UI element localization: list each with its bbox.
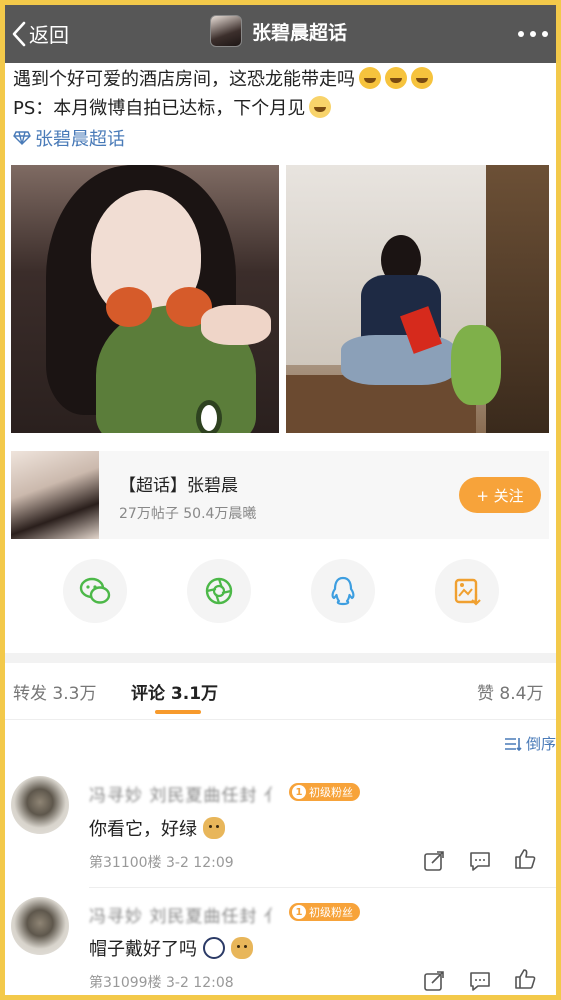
more-dot-icon (542, 31, 548, 37)
back-label: 返回 (29, 23, 69, 47)
active-tab-indicator (155, 710, 201, 714)
qq-icon (331, 576, 355, 606)
grin-emoji-icon (411, 67, 433, 89)
photo-girl (341, 235, 456, 415)
fan-badge-label: 初级粉丝 (309, 906, 353, 919)
share-comment-button[interactable] (423, 970, 445, 992)
doge-emoji-icon (203, 817, 225, 839)
save-image-icon (454, 578, 481, 606)
tab-comments[interactable]: 评论 3.1万 (131, 679, 218, 704)
more-dot-icon (530, 31, 536, 37)
section-separator (5, 653, 556, 663)
wechat-icon (79, 577, 111, 604)
comment-meta: 第31100楼 3-2 12:09 (89, 855, 234, 871)
diamond-icon (13, 131, 31, 145)
grin-emoji-icon (359, 67, 381, 89)
nav-title[interactable]: 张碧晨超话 (210, 15, 347, 47)
thumbs-up-icon (515, 969, 536, 989)
tab-repost[interactable]: 转发 3.3万 (13, 679, 96, 704)
screen: 返回 张碧晨超话 遇到个好可爱的酒店房间，这恐龙能带走吗 PS：本月微博自拍已达… (5, 5, 556, 995)
comment-meta: 第31099楼 3-2 12:08 (89, 975, 234, 991)
comment-username[interactable]: 冯寻妙 刘民夏曲任封 亻 (89, 902, 282, 927)
post-line-2: PS：本月微博自拍已达标，下个月见 (13, 98, 306, 119)
like-comment-button[interactable] (514, 968, 536, 990)
reply-comment-button[interactable] (469, 970, 491, 992)
moments-icon (205, 577, 233, 605)
comment-icon (470, 852, 490, 871)
sort-icon (504, 737, 522, 751)
supertopic-card-image (11, 451, 99, 539)
nav-title-text: 张碧晨超话 (252, 21, 348, 44)
panda-emoji-icon (203, 937, 225, 959)
photo-small-dinosaur (451, 325, 501, 405)
thumbs-up-icon (515, 849, 536, 869)
chevron-left-icon (12, 21, 26, 46)
comment-text-content: 帽子戴好了吗 (89, 939, 197, 960)
tab-likes[interactable]: 赞 8.4万 (477, 679, 543, 704)
supertopic-card-title: 【超话】张碧晨 (119, 476, 238, 496)
comment-icon (470, 972, 490, 991)
fan-badge: 1 初级粉丝 (289, 783, 360, 801)
share-qq-button[interactable] (311, 559, 375, 623)
comment-text-content: 你看它，好绿 (89, 819, 197, 840)
post-line-1: 遇到个好可爱的酒店房间，这恐龙能带走吗 (13, 69, 355, 90)
fan-badge: 1 初级粉丝 (289, 903, 360, 921)
post-text: 遇到个好可爱的酒店房间，这恐龙能带走吗 PS：本月微博自拍已达标，下个月见 (13, 65, 433, 123)
photo-hand (201, 305, 271, 345)
share-wechat-button[interactable] (63, 559, 127, 623)
topic-link[interactable]: 张碧晨超话 (13, 125, 125, 151)
grin-emoji-icon (385, 67, 407, 89)
share-icon (424, 971, 444, 991)
post-image-1[interactable] (11, 165, 279, 433)
shy-emoji-icon (309, 96, 332, 118)
comment-username[interactable]: 冯寻妙 刘民夏曲任封 亻 (89, 781, 282, 806)
more-button[interactable] (518, 31, 548, 37)
doge-emoji-icon (231, 937, 253, 959)
comment-avatar[interactable] (11, 776, 69, 834)
more-dot-icon (518, 31, 524, 37)
back-button[interactable]: 返回 (11, 19, 69, 48)
topic-link-label: 张碧晨超话 (35, 129, 125, 150)
tab-divider (5, 719, 556, 720)
fan-badge-label: 初级粉丝 (309, 786, 353, 799)
supertopic-card[interactable]: 【超话】张碧晨 27万帖子 50.4万晨曦 + 关注 (11, 451, 549, 539)
comment-avatar[interactable] (11, 897, 69, 955)
supertopic-avatar (210, 15, 242, 47)
comment-text: 帽子戴好了吗 (89, 935, 253, 961)
share-comment-button[interactable] (423, 850, 445, 872)
sort-button[interactable]: 倒序 (504, 733, 556, 754)
follow-button[interactable]: + 关注 (459, 477, 541, 513)
nav-bar: 返回 张碧晨超话 (5, 5, 556, 63)
share-save-image-button[interactable] (435, 559, 499, 623)
supertopic-card-stats: 27万帖子 50.4万晨曦 (119, 506, 257, 522)
comment-text: 你看它，好绿 (89, 815, 225, 841)
share-icon (424, 851, 444, 871)
sort-label: 倒序 (525, 735, 556, 753)
share-moments-button[interactable] (187, 559, 251, 623)
post-image-2[interactable] (286, 165, 549, 433)
comment-divider (89, 887, 556, 888)
fan-level: 1 (292, 785, 306, 799)
like-comment-button[interactable] (514, 848, 536, 870)
fan-level: 1 (292, 905, 306, 919)
reply-comment-button[interactable] (469, 850, 491, 872)
